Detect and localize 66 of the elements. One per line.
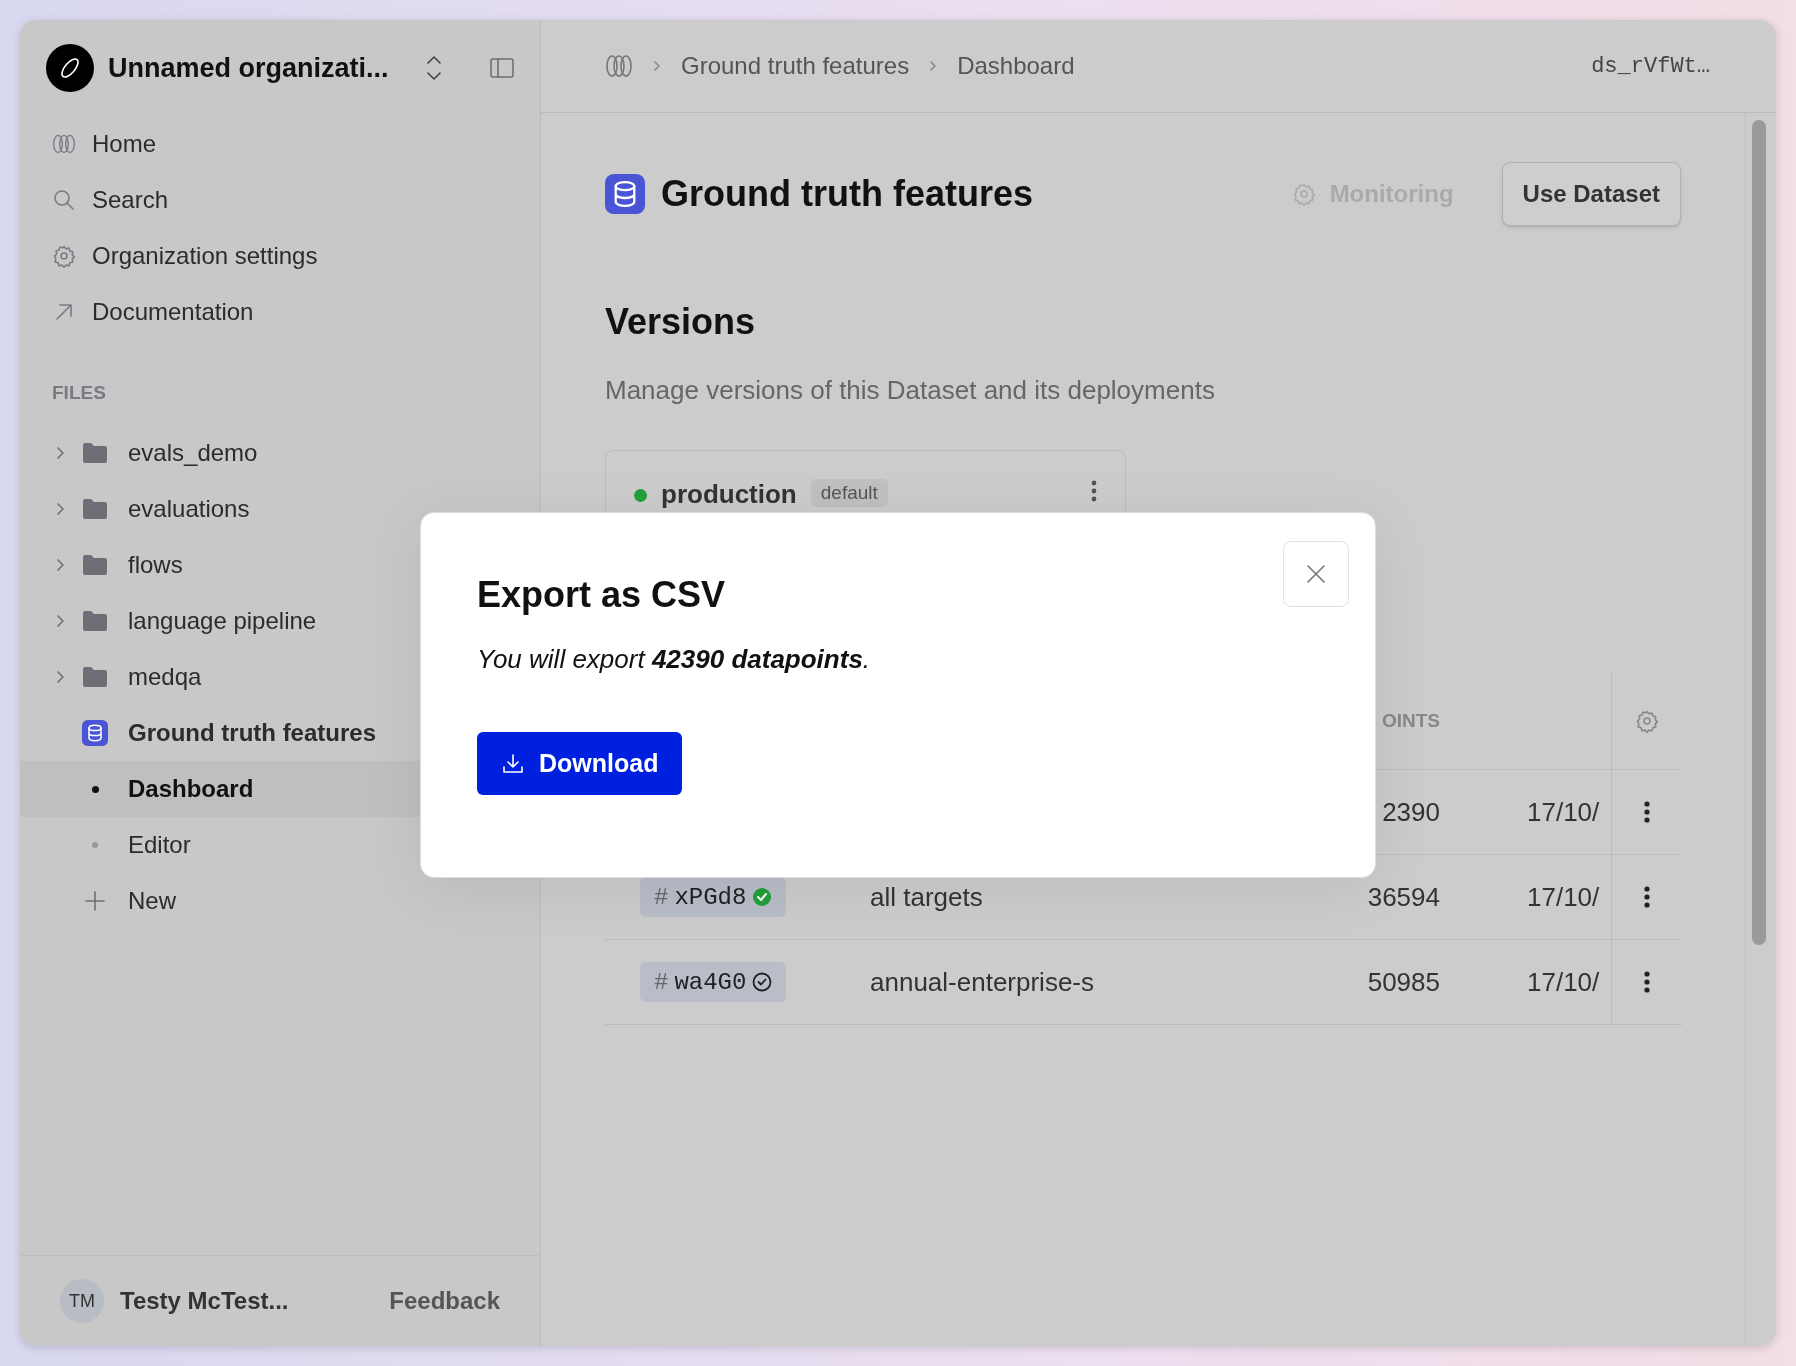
wave-logo-icon bbox=[605, 54, 633, 78]
database-icon bbox=[605, 174, 645, 214]
tree-item-label[interactable]: Ground truth features bbox=[128, 719, 376, 747]
folder-icon bbox=[82, 610, 108, 632]
download-icon bbox=[501, 751, 525, 776]
page-title: Ground truth features bbox=[661, 173, 1034, 215]
version-name: production bbox=[661, 479, 797, 509]
nav-item[interactable]: Home bbox=[20, 116, 540, 172]
dataset-id: ds_rVfWt… bbox=[1591, 53, 1710, 79]
nav-item[interactable]: Organization settings bbox=[20, 228, 540, 284]
tree-item-label[interactable]: Editor bbox=[128, 831, 191, 859]
user-name[interactable]: Testy McTest... bbox=[120, 1287, 374, 1315]
folder-icon bbox=[82, 442, 108, 464]
table-cell: 17/10/ bbox=[1527, 966, 1600, 998]
column-settings-icon[interactable] bbox=[1635, 709, 1659, 733]
table-cell: 2390 bbox=[1382, 796, 1440, 828]
folder-icon bbox=[82, 666, 108, 688]
status-dot bbox=[634, 489, 647, 502]
use-dataset-button[interactable]: Use Dataset bbox=[1501, 162, 1681, 226]
close-button[interactable] bbox=[1283, 541, 1349, 607]
wave-logo-icon bbox=[52, 132, 76, 156]
table-cell: 36594 bbox=[1367, 881, 1440, 913]
folder-icon bbox=[82, 554, 108, 576]
dialog-title: Export as CSV bbox=[477, 573, 727, 617]
column-header: OINTS bbox=[1381, 710, 1440, 732]
organization-name[interactable]: Unnamed organizati... bbox=[108, 52, 408, 84]
database-icon bbox=[82, 719, 108, 747]
tree-item-label[interactable]: New bbox=[128, 887, 176, 915]
nav-item[interactable]: Documentation bbox=[20, 284, 540, 340]
section-heading: Versions bbox=[605, 300, 757, 344]
version-tag: # xPGd8 bbox=[640, 877, 787, 917]
section-label: FILES bbox=[52, 381, 106, 405]
plus-icon bbox=[83, 889, 107, 913]
table-cell: all targets bbox=[870, 881, 983, 913]
tree-item-label[interactable]: Dashboard bbox=[128, 775, 254, 803]
default-badge: default bbox=[810, 479, 888, 507]
table-cell: 17/10/ bbox=[1527, 796, 1600, 828]
search-icon bbox=[52, 188, 76, 212]
oval-icon bbox=[58, 56, 82, 80]
user-avatar: TM bbox=[60, 1279, 104, 1323]
version-tag: # wa4G0 bbox=[640, 962, 787, 1002]
more-icon[interactable] bbox=[1644, 970, 1650, 994]
settings-icon bbox=[52, 244, 76, 268]
chevron-right-icon bbox=[651, 60, 663, 72]
table-cell: 50985 bbox=[1367, 966, 1440, 998]
breadcrumb-link[interactable]: Ground truth features bbox=[681, 52, 910, 80]
sidebar-toggle-icon[interactable] bbox=[490, 58, 514, 78]
tree-item-label[interactable]: evaluations bbox=[128, 495, 250, 523]
breadcrumb-link[interactable]: Dashboard bbox=[957, 52, 1075, 80]
section-description: Manage versions of this Dataset and its deployments bbox=[605, 374, 1216, 406]
table-cell: 17/10/ bbox=[1527, 881, 1600, 913]
close-icon bbox=[1305, 563, 1327, 585]
tree-item-label[interactable]: medqa bbox=[128, 663, 202, 691]
more-icon[interactable] bbox=[1091, 479, 1097, 503]
dialog-message: You will export 42390 datapoints. bbox=[477, 643, 872, 675]
table-cell: annual-enterprise-s bbox=[870, 966, 1094, 998]
nav-item[interactable]: Search bbox=[20, 172, 540, 228]
more-icon[interactable] bbox=[1644, 885, 1650, 909]
feedback-button[interactable]: Feedback bbox=[389, 1287, 500, 1315]
more-icon[interactable] bbox=[1644, 800, 1650, 824]
tree-item-label[interactable]: evals_demo bbox=[128, 439, 258, 467]
download-button[interactable]: Download bbox=[477, 732, 683, 795]
gear-icon bbox=[1291, 182, 1316, 206]
tree-item-label[interactable]: flows bbox=[128, 551, 183, 579]
tree-item-label[interactable]: language pipeline bbox=[128, 607, 317, 635]
folder-icon bbox=[82, 498, 108, 520]
